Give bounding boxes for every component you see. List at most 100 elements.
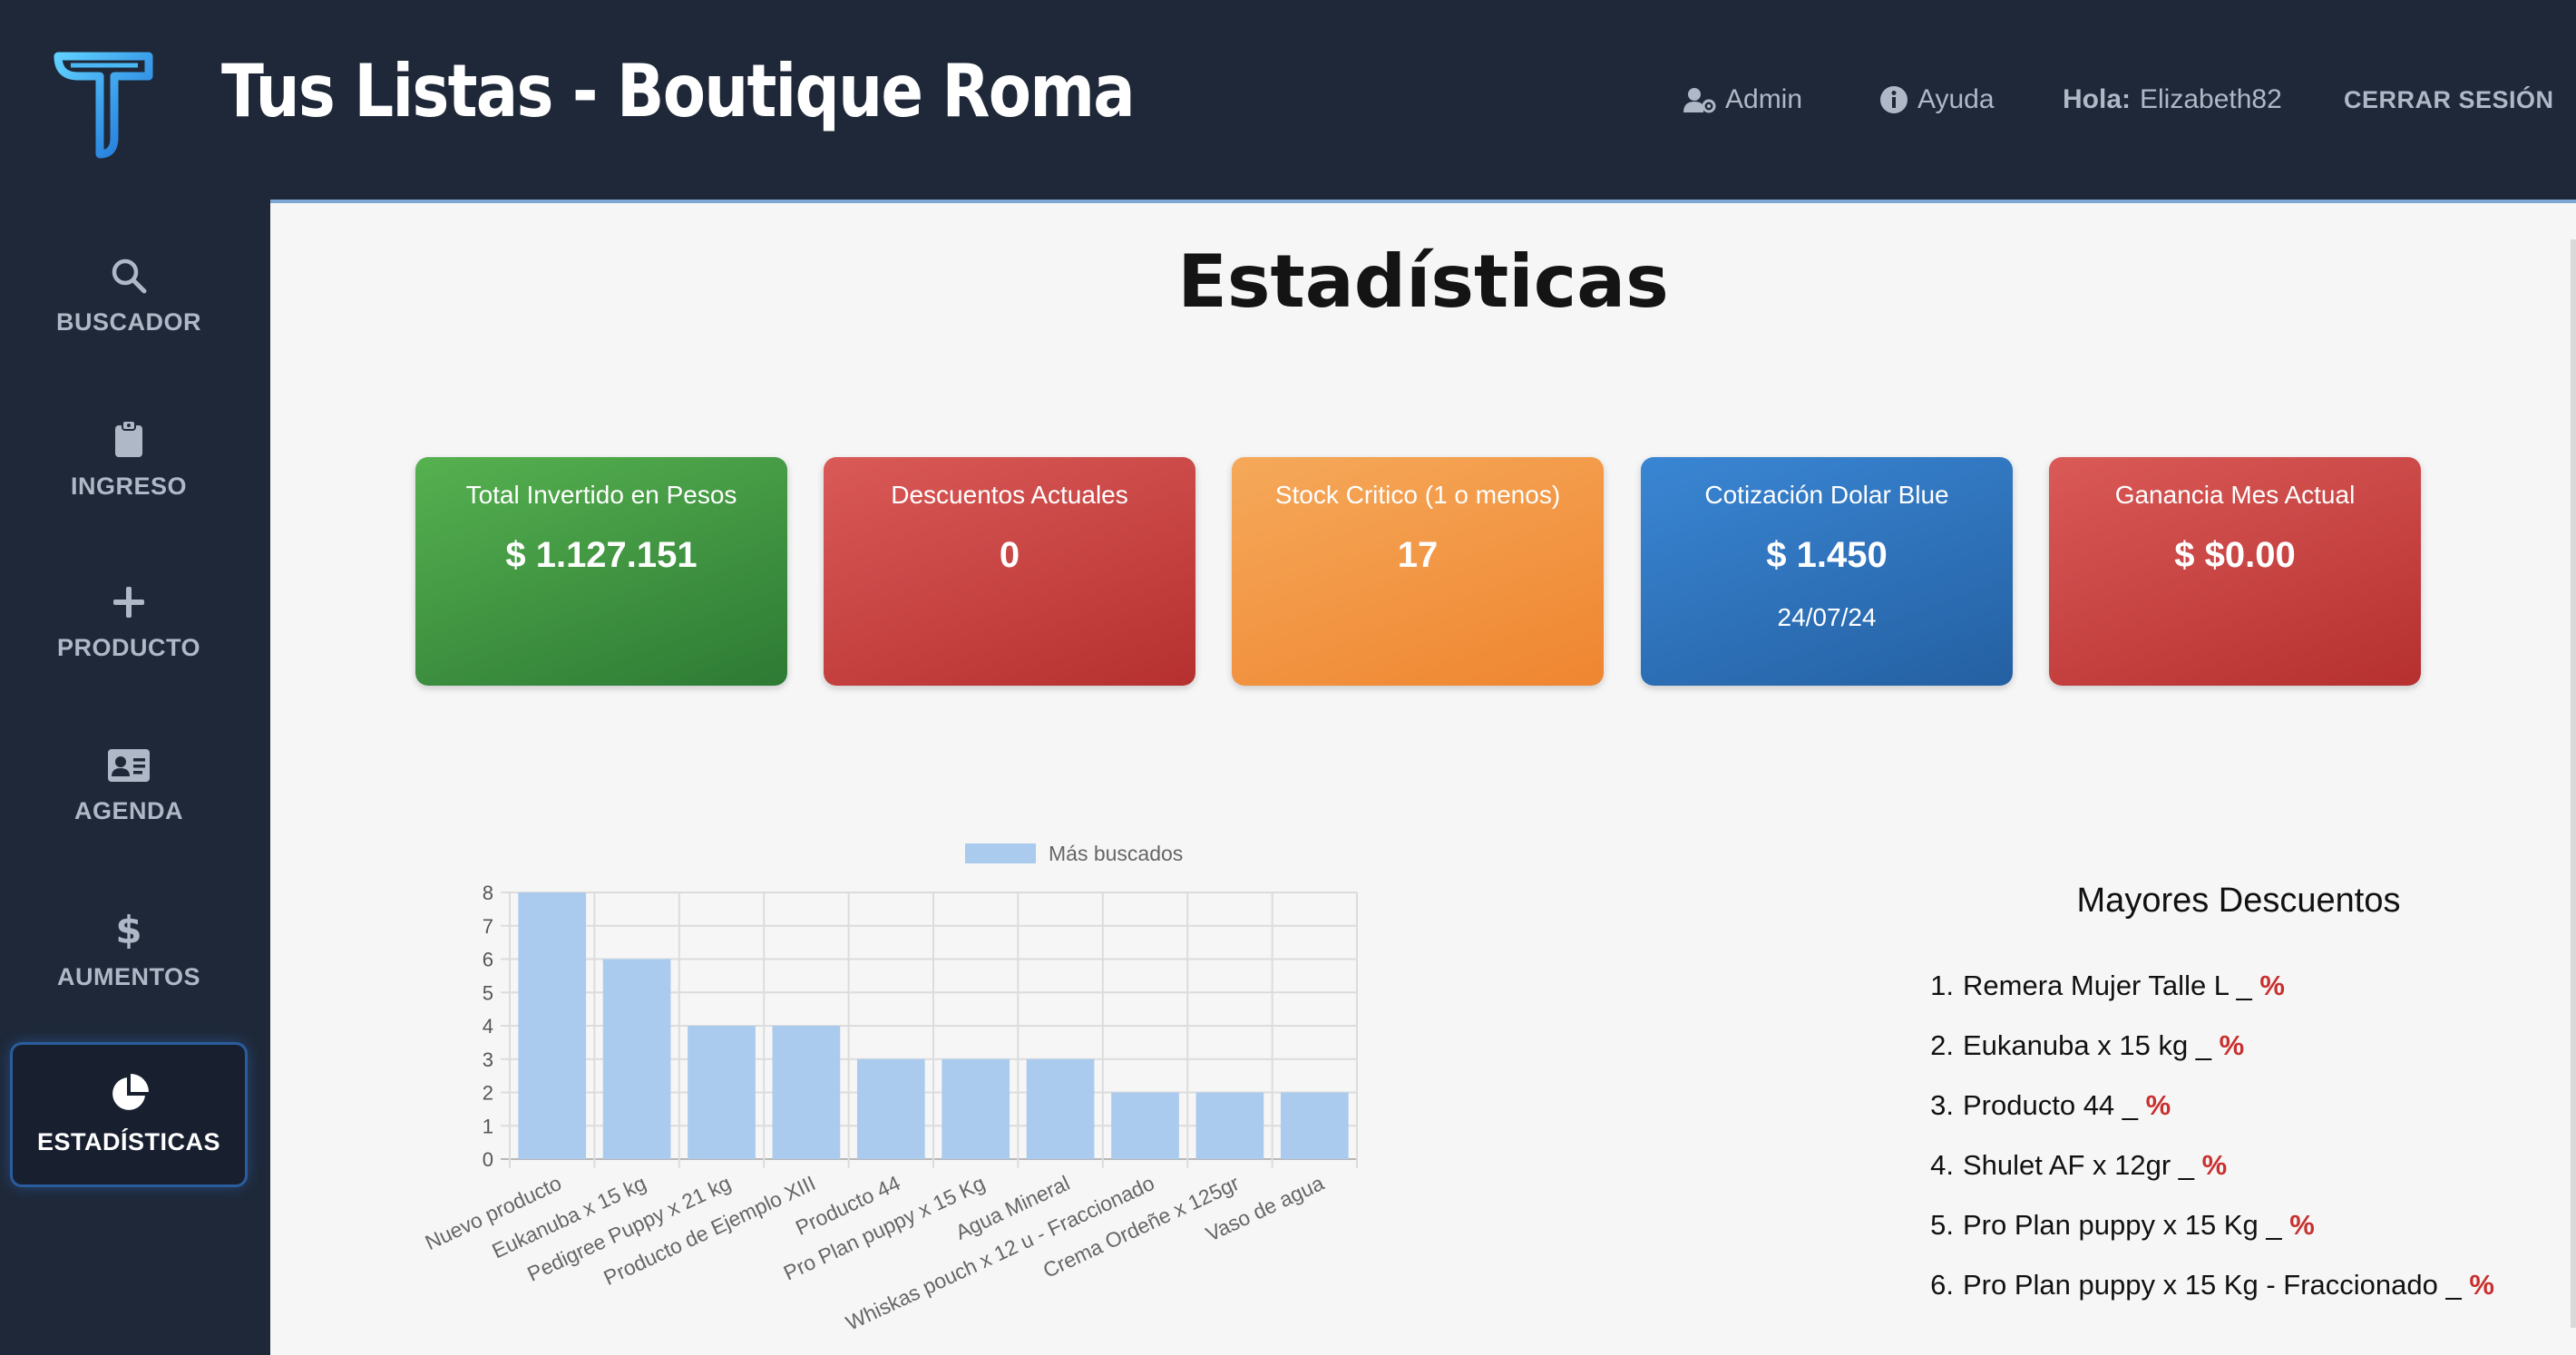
chart-bar <box>1026 1058 1095 1159</box>
y-tick-label: 5 <box>483 981 493 1004</box>
discounts-list: 1. Remera Mujer Talle L _ % 2. Eukanuba x 1… <box>1919 969 2554 1328</box>
sidebar-item-producto[interactable]: PRODUCTO <box>13 553 245 693</box>
card-value: $ 1.127.151 <box>505 535 698 575</box>
y-tick-label: 3 <box>483 1048 493 1071</box>
dollar-icon: $ <box>115 909 141 949</box>
y-tick-label: 7 <box>483 915 493 938</box>
help-link[interactable]: Ayuda <box>1879 80 1995 120</box>
discount-text: Pro Plan puppy x 15 Kg _ % <box>1963 1208 2315 1243</box>
legend-swatch <box>965 843 1036 863</box>
stat-card-descuentos: Descuentos Actuales 0 <box>824 457 1195 686</box>
discount-rank: 5. <box>1930 1209 1954 1241</box>
y-tick-label: 1 <box>483 1115 493 1137</box>
help-label: Ayuda <box>1917 84 1995 114</box>
page-title: Estadísticas <box>1177 239 1669 324</box>
discounts-title: Mayores Descuentos <box>2076 882 2401 920</box>
y-tick-label: 8 <box>483 882 493 904</box>
sidebar-item-aumentos[interactable]: $ AUMENTOS <box>13 880 245 1019</box>
logout-button[interactable]: CERRAR SESIÓN <box>2344 80 2554 120</box>
clipboard-icon <box>115 419 142 457</box>
chart-bar <box>1280 1092 1349 1159</box>
y-tick-label: 0 <box>483 1148 493 1171</box>
discount-rank: 3. <box>1930 1089 1954 1121</box>
stat-card-dolar-blue: Cotización Dolar Blue $ 1.450 24/07/24 <box>1641 457 2013 686</box>
discount-rank: 6. <box>1930 1269 1954 1301</box>
discount-rank: 4. <box>1930 1149 1954 1181</box>
chart-bar <box>856 1058 925 1159</box>
pie-chart-icon <box>112 1073 149 1110</box>
chart-bar <box>772 1026 841 1159</box>
discount-item: 1. Remera Mujer Talle L _ % <box>1919 969 2554 1003</box>
svg-text:$: $ <box>115 909 141 949</box>
discount-percent: % <box>2259 970 2285 1001</box>
contact-card-icon <box>108 748 150 782</box>
discount-product-name: Pro Plan puppy x 15 Kg - Fraccionado _ <box>1963 1269 2470 1301</box>
discount-product-name: Pro Plan puppy x 15 Kg _ <box>1963 1209 2290 1241</box>
admin-label: Admin <box>1725 84 1803 114</box>
sidebar-item-ingreso[interactable]: INGRESO <box>13 390 245 530</box>
y-tick-label: 2 <box>483 1082 493 1105</box>
card-value: 0 <box>999 535 1020 575</box>
stat-card-stock-critico: Stock Critico (1 o menos) 17 <box>1232 457 1604 686</box>
discount-item: 4. Shulet AF x 12gr _ % <box>1919 1148 2554 1183</box>
sidebar-item-label: AUMENTOS <box>56 962 200 990</box>
user-greeting: Hola: Elizabeth82 <box>2063 80 2282 120</box>
discount-text: Producto 44 _ % <box>1963 1088 2171 1123</box>
discount-product-name: Shulet AF x 12gr _ <box>1963 1149 2202 1181</box>
chart-bar <box>1195 1092 1264 1159</box>
sidebar: BUSCADOR INGRESO PRODUCTO AGENDA $ AUMEN… <box>0 200 270 1355</box>
card-date: 24/07/24 <box>1777 603 1877 631</box>
greeting-label: Hola: <box>2063 84 2131 114</box>
sidebar-item-label: BUSCADOR <box>55 307 201 336</box>
discount-text: Shulet AF x 12gr _ % <box>1963 1148 2227 1183</box>
discount-percent: % <box>2469 1269 2494 1301</box>
discount-percent: % <box>2219 1029 2245 1061</box>
card-label: Total Invertido en Pesos <box>465 481 737 509</box>
discount-text: Eukanuba x 15 kg _ % <box>1963 1028 2244 1063</box>
sidebar-item-buscador[interactable]: BUSCADOR <box>13 227 245 366</box>
y-tick-label: 6 <box>483 949 493 971</box>
discount-item: 3. Producto 44 _ % <box>1919 1088 2554 1123</box>
discount-rank: 2. <box>1930 1029 1954 1061</box>
user-gear-icon <box>1683 88 1716 113</box>
sidebar-item-agenda[interactable]: AGENDA <box>13 716 245 856</box>
app-title: Tus Listas - Boutique Roma <box>221 49 1136 133</box>
app-logo[interactable] <box>51 47 156 160</box>
sidebar-item-label: INGRESO <box>70 472 188 500</box>
legend-label: Más buscados <box>1049 842 1183 865</box>
chart-bar <box>942 1058 1010 1159</box>
sidebar-item-estadisticas[interactable]: ESTADÍSTICAS <box>13 1045 245 1184</box>
discount-percent: % <box>2289 1209 2315 1241</box>
discount-text: Remera Mujer Talle L _ % <box>1963 969 2285 1003</box>
plus-icon <box>113 586 144 618</box>
discount-text: Pro Plan puppy x 15 Kg - Fraccionado _ % <box>1963 1268 2494 1302</box>
chart-bar <box>518 892 587 1159</box>
app-header: Tus Listas - Boutique Roma Admin Ayuda H… <box>0 0 2576 200</box>
card-value: $ $0.00 <box>2174 535 2296 575</box>
card-label: Cotización Dolar Blue <box>1704 481 1949 509</box>
sidebar-item-label: ESTADÍSTICAS <box>36 1127 220 1155</box>
y-tick-label: 4 <box>483 1015 493 1038</box>
search-icon <box>112 258 147 293</box>
sidebar-item-label: PRODUCTO <box>56 633 200 661</box>
sidebar-item-label: AGENDA <box>73 796 183 824</box>
card-value: $ 1.450 <box>1766 535 1888 575</box>
discount-percent: % <box>2201 1149 2228 1181</box>
chart-bar <box>1111 1092 1179 1159</box>
discount-percent: % <box>2145 1089 2171 1121</box>
discount-item: 2. Eukanuba x 15 kg _ % <box>1919 1028 2554 1063</box>
scrollbar[interactable] <box>2571 239 2576 1328</box>
stat-card-total-invertido: Total Invertido en Pesos $ 1.127.151 <box>415 457 787 686</box>
discount-item: 6. Pro Plan puppy x 15 Kg - Fraccionado _… <box>1919 1268 2554 1302</box>
discount-product-name: Producto 44 _ <box>1963 1089 2146 1121</box>
main-content: Estadísticas Total Invertido en Pesos $ … <box>270 200 2576 1355</box>
card-label: Descuentos Actuales <box>891 481 1128 509</box>
bar-chart: 012345678Nuevo productoEukanuba x 15 kgP… <box>422 842 1358 1335</box>
card-label: Stock Critico (1 o menos) <box>1274 481 1561 509</box>
discount-product-name: Remera Mujer Talle L _ <box>1963 970 2260 1001</box>
discount-rank: 1. <box>1930 970 1954 1001</box>
discount-item: 5. Pro Plan puppy x 15 Kg _ % <box>1919 1208 2554 1243</box>
admin-link[interactable]: Admin <box>1683 80 1802 120</box>
chart-bar <box>602 959 671 1159</box>
info-icon <box>1880 86 1908 113</box>
